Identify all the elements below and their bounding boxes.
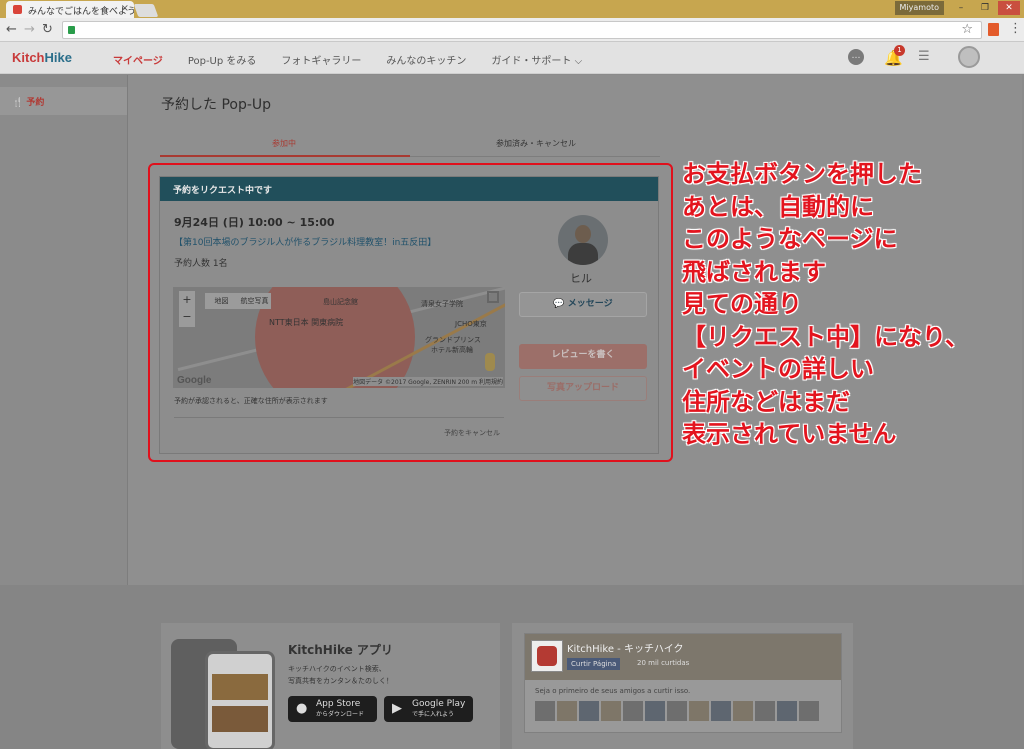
app-desc-line: キッチハイクのイベント検索、 bbox=[288, 665, 386, 673]
food-photo bbox=[212, 674, 268, 700]
nav-kitchen[interactable]: みんなのキッチン bbox=[386, 52, 466, 67]
annotation-line: あとは、自動的に bbox=[682, 192, 874, 221]
notification-badge: 1 bbox=[894, 45, 905, 56]
profile-name[interactable]: Miyamoto bbox=[894, 1, 944, 15]
browser-toolbar: ← → ↻ ☆ ⋮ bbox=[0, 18, 1024, 42]
google-play-sub: で手に入れよう bbox=[412, 711, 455, 718]
apple-icon: ● bbox=[296, 701, 308, 716]
google-play-icon: ▶ bbox=[392, 701, 402, 716]
annotation-line: 住所などはまだ bbox=[682, 387, 850, 416]
page-title: 予約した Pop-Up bbox=[161, 97, 272, 113]
bookmark-star-icon[interactable]: ☆ bbox=[961, 22, 973, 37]
facebook-friend-faces bbox=[535, 701, 819, 721]
annotation-line: 見ての通り bbox=[682, 290, 802, 318]
phone-mockup-image bbox=[171, 639, 277, 749]
sidebar-item-label: 予約 bbox=[26, 98, 45, 108]
new-tab-button[interactable] bbox=[133, 4, 159, 17]
app-store-sub: からダウンロード bbox=[316, 711, 365, 718]
facebook-like-count: 20 mil curtidas bbox=[637, 659, 690, 667]
tab-active-indicator bbox=[160, 155, 410, 157]
facebook-friends-text: Seja o primeiro de seus amigos a curtir … bbox=[535, 687, 691, 695]
annotation-line: 表示されていません bbox=[682, 420, 897, 448]
office-extension-icon[interactable] bbox=[988, 23, 999, 36]
kitchhike-page-logo[interactable] bbox=[531, 640, 563, 672]
annotation-line: このようなページに bbox=[682, 225, 898, 253]
annotation-line: 【リクエスト中】になり、 bbox=[682, 322, 970, 351]
app-store-button[interactable]: ● App Store からダウンロード bbox=[288, 696, 377, 722]
app-title: KitchHike アプリ bbox=[288, 643, 393, 657]
favicon-icon bbox=[13, 5, 22, 14]
app-store-label: App Store bbox=[316, 699, 361, 709]
phone-front bbox=[205, 651, 275, 749]
maximize-button[interactable]: ❐ bbox=[974, 1, 996, 15]
address-bar[interactable]: ☆ bbox=[62, 21, 982, 39]
browser-tab[interactable]: みんなでごはんを食べよう！会 × bbox=[6, 1, 134, 18]
back-icon[interactable]: ← bbox=[6, 22, 17, 37]
site-header: KitchHike マイページ Pop-Up をみる フォトギャラリー みんなの… bbox=[0, 42, 1024, 74]
main-nav: マイページ Pop-Up をみる フォトギャラリー みんなのキッチン ガイド・サ… bbox=[113, 52, 607, 67]
minimize-button[interactable]: – bbox=[950, 1, 972, 15]
tab-past-cancelled[interactable]: 参加済み・キャンセル bbox=[496, 138, 576, 149]
tab-close-icon[interactable]: × bbox=[121, 3, 129, 14]
user-avatar[interactable] bbox=[958, 46, 980, 68]
forward-icon[interactable]: → bbox=[24, 22, 35, 37]
browser-menu-icon[interactable]: ⋮ bbox=[1009, 21, 1022, 36]
chat-icon[interactable]: … bbox=[848, 49, 864, 65]
google-play-button[interactable]: ▶ Google Play で手に入れよう bbox=[384, 696, 473, 722]
tab-underline bbox=[410, 156, 660, 157]
annotation-line: お支払ボタンを押した bbox=[682, 160, 922, 188]
reservation-tabs: 参加中 参加済み・キャンセル bbox=[160, 138, 660, 158]
window-close-button[interactable]: ✕ bbox=[998, 1, 1020, 15]
cutlery-icon: 🍴 bbox=[12, 98, 24, 108]
annotation-line: 飛ばされます bbox=[682, 257, 826, 286]
nav-gallery[interactable]: フォトギャラリー bbox=[281, 52, 361, 67]
app-desc-line: 写真共有をカンタン＆たのしく！ bbox=[288, 677, 393, 685]
tab-title: みんなでごはんを食べよう！会 bbox=[28, 7, 134, 17]
highlight-frame bbox=[148, 163, 673, 462]
browser-tabstrip: みんなでごはんを食べよう！会 × Miyamoto – ❐ ✕ bbox=[0, 0, 1024, 18]
sidebar-item-reservations[interactable]: 🍴 予約 bbox=[0, 87, 127, 115]
sidebar: 🍴 予約 bbox=[0, 75, 128, 585]
facebook-page-widget: KitchHike - キッチハイク Curtir Página 20 mil … bbox=[524, 633, 842, 733]
checklist-icon[interactable]: ☰ bbox=[918, 49, 930, 64]
window-controls: – ❐ ✕ bbox=[950, 1, 1020, 15]
kitchhike-logo[interactable]: KitchHike bbox=[12, 50, 72, 65]
facebook-box: KitchHike - キッチハイク Curtir Página 20 mil … bbox=[512, 623, 853, 749]
nav-popup[interactable]: Pop-Up をみる bbox=[188, 52, 257, 67]
food-photo bbox=[212, 706, 268, 732]
annotation-text: お支払ボタンを押した あとは、自動的に このようなページに 飛ばされます 見ての… bbox=[682, 158, 1022, 451]
lock-icon bbox=[68, 26, 75, 34]
app-promo: KitchHike アプリ キッチハイクのイベント検索、 写真共有をカンタン＆た… bbox=[161, 623, 500, 749]
facebook-page-name[interactable]: KitchHike - キッチハイク bbox=[567, 640, 684, 655]
app-description: キッチハイクのイベント検索、 写真共有をカンタン＆たのしく！ bbox=[288, 663, 393, 687]
nav-mypage[interactable]: マイページ bbox=[113, 52, 163, 67]
tab-active[interactable]: 参加中 bbox=[272, 138, 296, 149]
nav-guide[interactable]: ガイド・サポート ⌵ bbox=[491, 52, 582, 67]
annotation-line: イベントの詳しい bbox=[682, 355, 874, 383]
facebook-like-button[interactable]: Curtir Página bbox=[567, 658, 621, 670]
google-play-label: Google Play bbox=[412, 699, 466, 709]
reload-icon[interactable]: ↻ bbox=[42, 22, 53, 37]
